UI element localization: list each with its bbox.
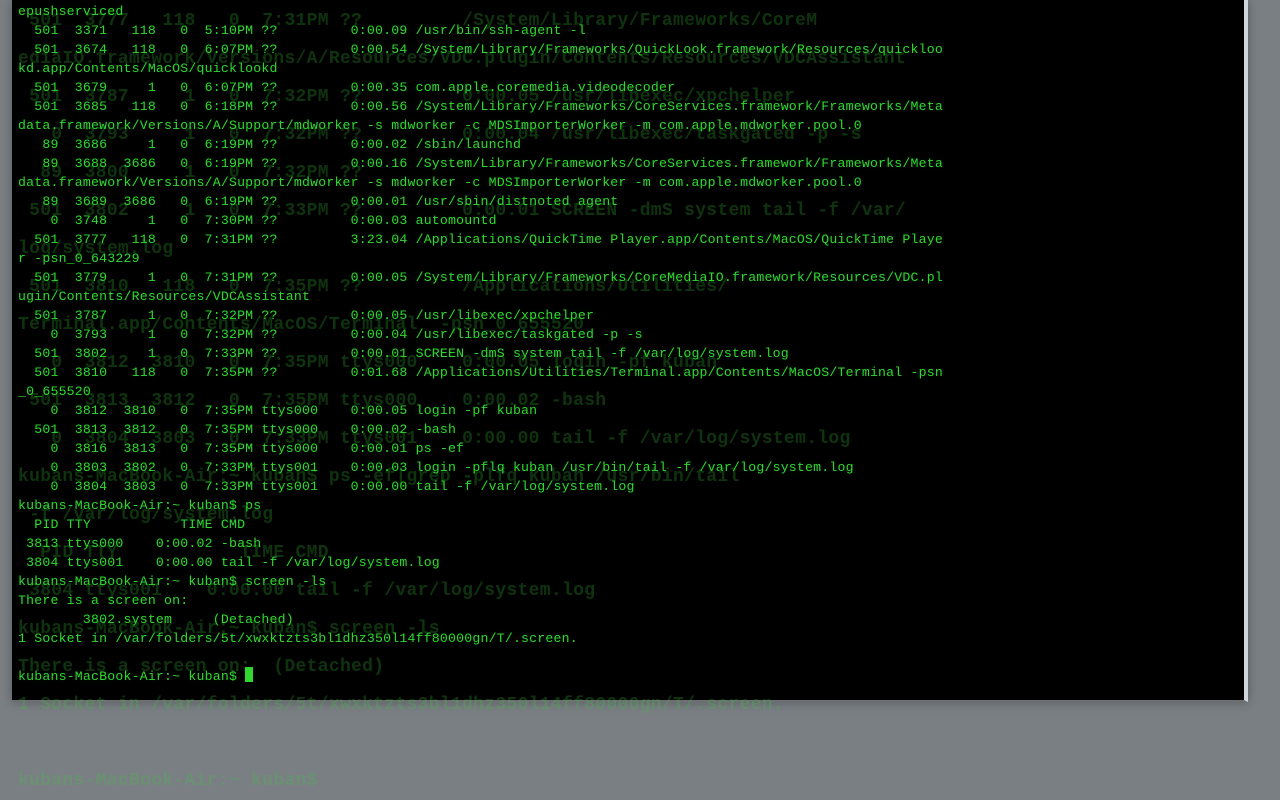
terminal-cursor: [245, 667, 253, 682]
terminal-window[interactable]: 501 3777 118 0 7:31PM ?? /System/Library…: [12, 0, 1248, 702]
terminal-output[interactable]: epushserviced 501 3371 118 0 5:10PM ?? 0…: [12, 0, 1244, 700]
